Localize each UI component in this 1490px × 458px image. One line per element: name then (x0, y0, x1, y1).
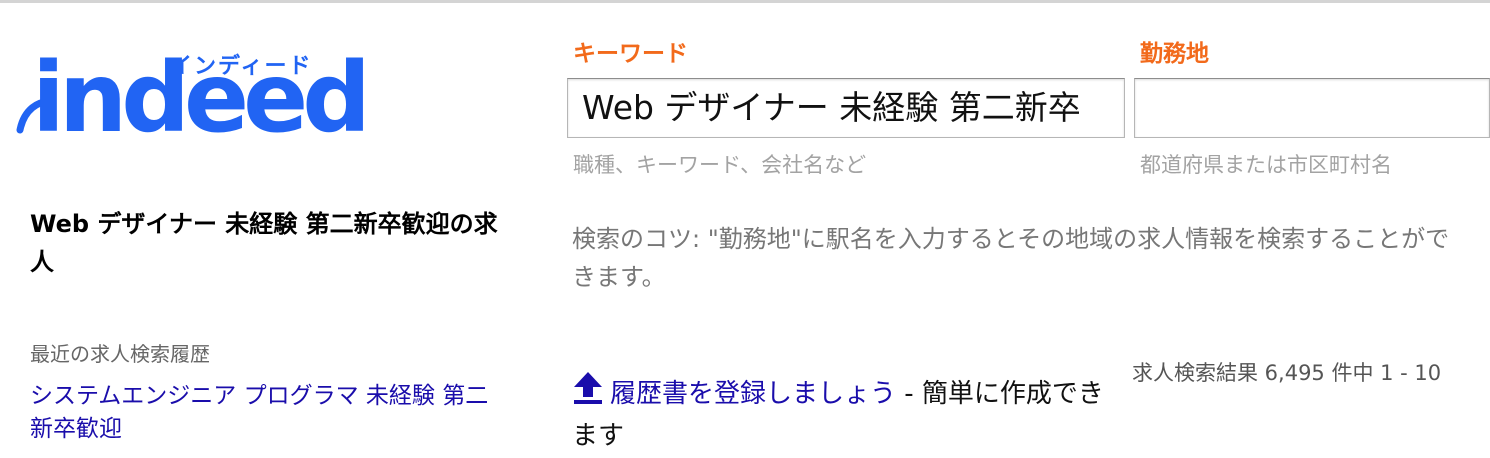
keyword-hint: 職種、キーワード、会社名など (573, 153, 867, 177)
logo-wordmark[interactable]: indeed (32, 50, 371, 146)
location-hint: 都道府県または市区町村名 (1140, 153, 1392, 177)
search-tip: 検索のコツ: "勤務地"に駅名を入力するとその地域の求人情報を検索することができ… (572, 225, 1450, 291)
location-input[interactable] (1134, 78, 1490, 138)
resume-promo: 履歴書を登録しましょう - 簡単に作成できます (572, 370, 1112, 456)
keyword-input[interactable]: Web デザイナー 未経験 第二新卒 (567, 78, 1125, 138)
recent-search-link[interactable]: システムエンジニア プログラマ 未経験 第二新卒歓迎 (30, 380, 500, 446)
upload-arrow-icon[interactable] (572, 370, 604, 416)
page-title: Web デザイナー 未経験 第二新卒歓迎の求人 (30, 210, 498, 276)
keyword-label: キーワード (573, 41, 688, 67)
location-label: 勤務地 (1140, 41, 1209, 67)
results-count: 求人検索結果 6,495 件中 1 - 10 (1132, 361, 1442, 385)
top-border (0, 0, 1490, 3)
recent-searches-title: 最近の求人検索履歴 (30, 342, 210, 366)
resume-register-link[interactable]: 履歴書を登録しましょう (610, 379, 896, 409)
